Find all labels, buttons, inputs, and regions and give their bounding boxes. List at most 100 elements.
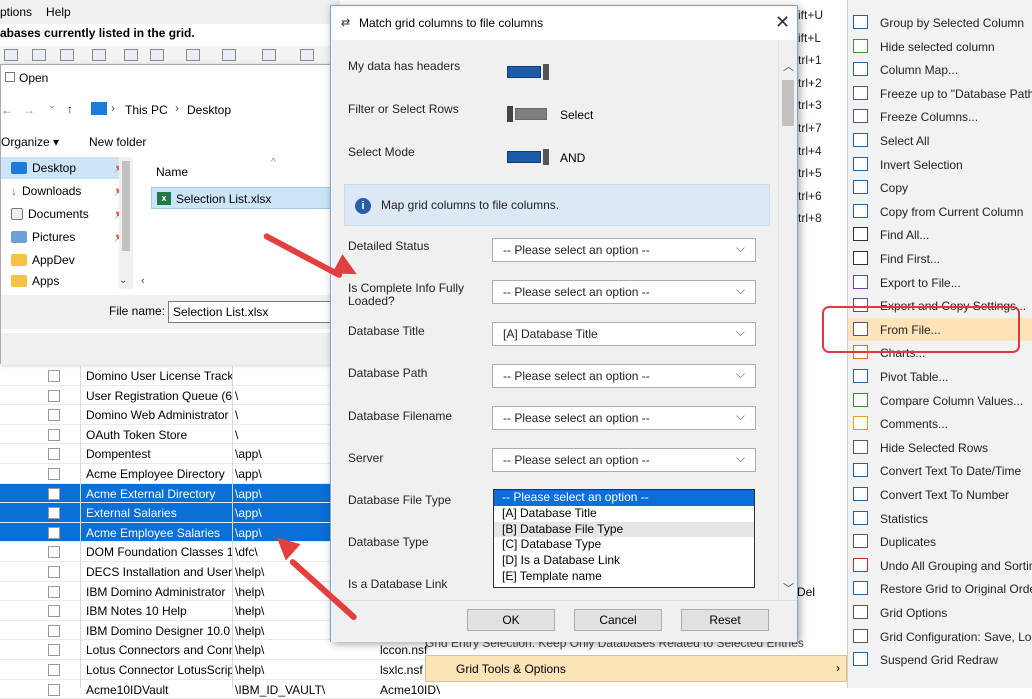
row-checkbox[interactable] bbox=[48, 409, 60, 422]
menu-item-hide-selected-column[interactable]: Hide selected column bbox=[848, 35, 1032, 58]
dropdown-options-list[interactable]: -- Please select an option -- [A] Databa… bbox=[493, 489, 755, 588]
breadcrumb-desktop[interactable]: Desktop bbox=[187, 103, 231, 117]
menu-options[interactable]: ptions bbox=[0, 5, 32, 19]
file-item[interactable]: x Selection List.xlsx bbox=[151, 187, 331, 209]
forward-arrow-icon[interactable]: → bbox=[23, 103, 35, 117]
menu-item-undo-all-grouping-and-sortin[interactable]: Undo All Grouping and Sortin bbox=[848, 554, 1032, 577]
row-checkbox[interactable] bbox=[48, 526, 60, 539]
menu-item-select-all[interactable]: Select All bbox=[848, 129, 1032, 152]
menu-item-comments[interactable]: Comments... bbox=[848, 412, 1032, 435]
grid-tools-menu-item[interactable]: Grid Tools & Options › bbox=[425, 655, 847, 682]
organize-button[interactable]: Organize ▾ bbox=[1, 135, 59, 149]
menu-item-grid-configuration-save-loa[interactable]: Grid Configuration: Save, Loa bbox=[848, 625, 1032, 648]
select-detailed-status[interactable]: -- Please select an option -- ⌵ bbox=[492, 238, 756, 262]
table-row[interactable]: Lotus Connector LotusScrip \help\ lsxlc.ns… bbox=[0, 660, 440, 680]
option-database-file-type[interactable]: [B] Database File Type bbox=[494, 521, 754, 538]
back-arrow-icon[interactable]: ← bbox=[1, 103, 13, 117]
headers-toggle[interactable] bbox=[505, 62, 551, 82]
toolbar-icon[interactable] bbox=[186, 49, 200, 61]
scroll-down-icon[interactable]: ﹀ bbox=[783, 580, 794, 596]
dialog-scrollbar[interactable]: ︿ ﹀ bbox=[778, 40, 797, 600]
row-checkbox[interactable] bbox=[48, 605, 60, 618]
filter-select-toggle[interactable] bbox=[505, 104, 551, 124]
menu-item-convert-text-to-date-time[interactable]: Convert Text To Date/Time bbox=[848, 459, 1032, 482]
breadcrumb-this-pc[interactable]: This PC bbox=[125, 103, 168, 117]
toolbar-icon[interactable] bbox=[150, 49, 164, 61]
row-checkbox[interactable] bbox=[48, 389, 60, 402]
menu-item-export-to-file[interactable]: Export to File... bbox=[848, 271, 1032, 294]
menu-item-compare-column-values[interactable]: Compare Column Values... bbox=[848, 389, 1032, 412]
row-checkbox[interactable] bbox=[48, 487, 60, 500]
menu-item-pivot-table[interactable]: Pivot Table... bbox=[848, 365, 1032, 388]
toolbar-icon[interactable] bbox=[4, 49, 18, 61]
nav-item-appdev[interactable]: AppDev bbox=[1, 249, 126, 271]
column-header-name[interactable]: Name bbox=[156, 165, 188, 179]
select-is-complete-info[interactable]: -- Please select an option -- ⌵ bbox=[492, 280, 756, 304]
table-row[interactable]: Lotus Connectors and Conn \help\ lccon.nsf bbox=[0, 640, 440, 660]
file-name-input[interactable]: Selection List.xlsx bbox=[168, 301, 331, 323]
option-template-name[interactable]: [E] Template name bbox=[494, 569, 754, 585]
up-arrow-icon[interactable]: ↑ bbox=[67, 102, 73, 116]
menu-item-copy-from-current-column[interactable]: Copy from Current Column bbox=[848, 200, 1032, 223]
nav-scrollbar[interactable] bbox=[119, 157, 133, 289]
option-please-select[interactable]: -- Please select an option -- bbox=[494, 490, 754, 506]
menu-help[interactable]: Help bbox=[46, 5, 71, 19]
row-checkbox[interactable] bbox=[48, 507, 60, 520]
row-checkbox[interactable] bbox=[48, 585, 60, 598]
toolbar-icon[interactable] bbox=[300, 49, 314, 61]
select-server[interactable]: -- Please select an option -- ⌵ bbox=[492, 448, 756, 472]
option-database-type[interactable]: [C] Database Type bbox=[494, 537, 754, 553]
menu-item-hide-selected-rows[interactable]: Hide Selected Rows bbox=[848, 436, 1032, 459]
table-row[interactable]: Acme10IDVault \IBM_ID_VAULT\ Acme10IDVault… bbox=[0, 680, 440, 699]
nav-item-downloads[interactable]: ↓Downloads📌 bbox=[1, 180, 126, 202]
nav-item-pictures[interactable]: Pictures📌 bbox=[1, 226, 126, 248]
menu-item-group-by-selected-column[interactable]: Group by Selected Column bbox=[848, 11, 1032, 34]
nav-item-desktop[interactable]: Desktop📌 bbox=[1, 157, 126, 179]
toolbar-icon[interactable] bbox=[222, 49, 236, 61]
row-checkbox[interactable] bbox=[48, 683, 60, 696]
menu-item-grid-options[interactable]: Grid Options bbox=[848, 601, 1032, 624]
row-checkbox[interactable] bbox=[48, 644, 60, 657]
row-checkbox[interactable] bbox=[48, 546, 60, 559]
close-icon[interactable]: ✕ bbox=[775, 12, 790, 33]
menu-item-find-first[interactable]: Find First... bbox=[848, 247, 1032, 270]
row-checkbox[interactable] bbox=[48, 566, 60, 578]
menu-item-copy[interactable]: Copy bbox=[848, 176, 1032, 199]
toolbar-icon[interactable] bbox=[124, 49, 138, 61]
option-database-title[interactable]: [A] Database Title bbox=[494, 506, 754, 522]
menu-item-freeze-columns[interactable]: Freeze Columns... bbox=[848, 105, 1032, 128]
menu-item-duplicates[interactable]: Duplicates bbox=[848, 530, 1032, 553]
menu-item-restore-grid-to-original-order[interactable]: Restore Grid to Original Order bbox=[848, 577, 1032, 600]
cancel-button[interactable]: Cancel bbox=[574, 609, 662, 631]
row-checkbox[interactable] bbox=[48, 370, 60, 382]
toolbar-icon[interactable] bbox=[262, 49, 276, 61]
nav-item-apps[interactable]: Apps bbox=[1, 272, 126, 290]
row-checkbox[interactable] bbox=[48, 468, 60, 480]
option-is-a-database-link[interactable]: [D] Is a Database Link bbox=[494, 553, 754, 569]
menu-item-invert-selection[interactable]: Invert Selection bbox=[848, 153, 1032, 176]
menu-item-freeze-up-to-database-path[interactable]: Freeze up to "Database Path" bbox=[848, 82, 1032, 105]
scroll-thumb[interactable] bbox=[782, 80, 794, 126]
scroll-down-icon[interactable]: ⌄ bbox=[119, 275, 133, 289]
row-checkbox[interactable] bbox=[48, 428, 60, 441]
menu-item-find-all[interactable]: Find All... bbox=[848, 223, 1032, 246]
new-folder-button[interactable]: New folder bbox=[89, 135, 146, 149]
menu-item-convert-text-to-number[interactable]: Convert Text To Number bbox=[848, 483, 1032, 506]
ok-button[interactable]: OK bbox=[467, 609, 555, 631]
menu-item-statistics[interactable]: Statistics bbox=[848, 507, 1032, 530]
row-checkbox[interactable] bbox=[48, 624, 60, 637]
row-checkbox[interactable] bbox=[48, 448, 60, 461]
nav-item-documents[interactable]: Documents📌 bbox=[1, 203, 126, 225]
menu-item-suspend-grid-redraw[interactable]: Suspend Grid Redraw bbox=[848, 648, 1032, 671]
toolbar-icon[interactable] bbox=[60, 49, 74, 61]
toolbar-icon[interactable] bbox=[92, 49, 106, 61]
select-database-title[interactable]: [A] Database Title ⌵ bbox=[492, 322, 756, 346]
select-database-filename[interactable]: -- Please select an option -- ⌵ bbox=[492, 406, 756, 430]
menu-item-column-map[interactable]: Column Map... bbox=[848, 58, 1032, 81]
recent-chevron-icon[interactable]: ⌄ bbox=[48, 100, 56, 111]
toolbar-icon[interactable] bbox=[32, 49, 46, 61]
row-checkbox[interactable] bbox=[48, 664, 60, 676]
select-mode-toggle[interactable] bbox=[505, 147, 551, 167]
scroll-up-icon[interactable]: ︿ bbox=[783, 58, 794, 74]
scroll-left-icon[interactable]: ‹ bbox=[141, 275, 155, 289]
